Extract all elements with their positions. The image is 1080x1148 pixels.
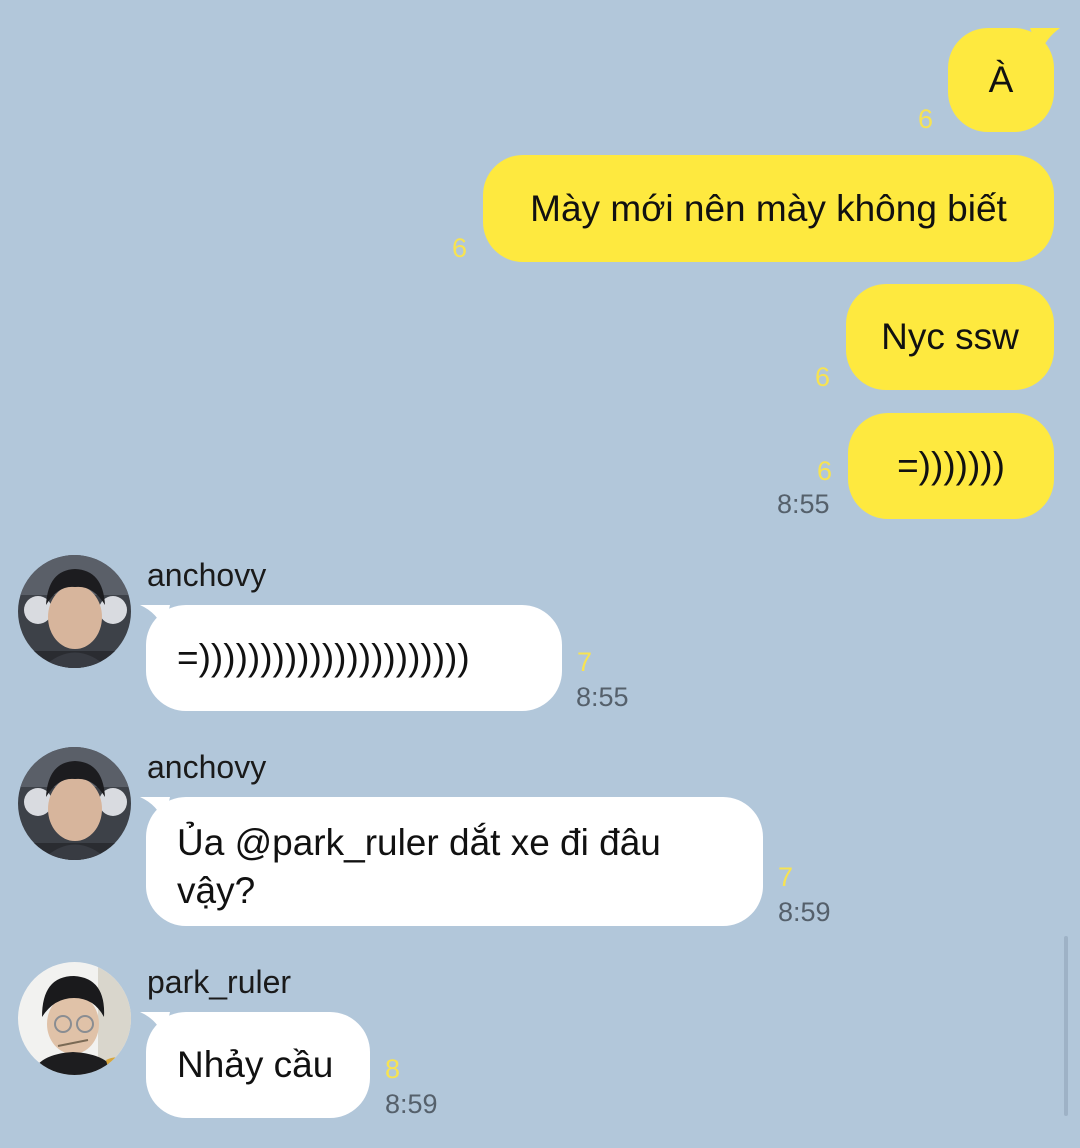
outgoing-message-bubble[interactable]: Mày mới nên mày không biết bbox=[483, 155, 1054, 262]
message-text: Ủa @park_ruler dắt xe đi đâu vậy? bbox=[177, 822, 661, 911]
unread-count: 6 bbox=[815, 362, 831, 392]
unread-count: 6 bbox=[452, 233, 468, 263]
sender-name: anchovy bbox=[147, 557, 267, 593]
avatar-park-ruler[interactable] bbox=[18, 962, 131, 1075]
message-timestamp: 8:55 bbox=[576, 682, 629, 712]
unread-count: 8 bbox=[385, 1054, 401, 1084]
message-timestamp: 8:59 bbox=[778, 897, 831, 927]
message-text: =))))))) bbox=[897, 445, 1005, 486]
scrollbar[interactable] bbox=[1064, 936, 1068, 1116]
bubble-tail-icon bbox=[1030, 28, 1060, 54]
user-photo-anchovy-icon bbox=[18, 555, 131, 668]
message-text: Nyc ssw bbox=[881, 316, 1019, 357]
incoming-message-bubble[interactable]: =)))))))))))))))))))))) bbox=[146, 605, 562, 711]
chat-message-list[interactable]: À 6 Mày mới nên mày không biết 6 Nyc ssw… bbox=[0, 0, 1080, 1148]
message-timestamp: 8:59 bbox=[385, 1089, 438, 1119]
avatar-anchovy[interactable] bbox=[18, 747, 131, 860]
unread-count: 7 bbox=[577, 647, 593, 677]
unread-count: 7 bbox=[778, 862, 794, 892]
unread-count: 6 bbox=[817, 456, 833, 486]
user-photo-anchovy-icon bbox=[18, 747, 131, 860]
sender-name: park_ruler bbox=[147, 964, 292, 1000]
user-photo-park-ruler-icon bbox=[18, 962, 131, 1075]
sender-name: anchovy bbox=[147, 749, 267, 785]
avatar-anchovy[interactable] bbox=[18, 555, 131, 668]
message-timestamp: 8:55 bbox=[777, 489, 830, 519]
outgoing-message-bubble[interactable]: =))))))) bbox=[848, 413, 1054, 519]
incoming-message-bubble[interactable]: Ủa @park_ruler dắt xe đi đâu vậy? bbox=[146, 797, 763, 926]
incoming-message-bubble[interactable]: Nhảy cầu bbox=[146, 1012, 370, 1118]
message-text: Nhảy cầu bbox=[177, 1044, 334, 1085]
message-text: Mày mới nên mày không biết bbox=[530, 187, 1007, 229]
message-text: =)))))))))))))))))))))) bbox=[177, 637, 470, 678]
outgoing-message-bubble[interactable]: Nyc ssw bbox=[846, 284, 1054, 390]
unread-count: 6 bbox=[918, 104, 934, 134]
message-text: À bbox=[988, 59, 1014, 100]
